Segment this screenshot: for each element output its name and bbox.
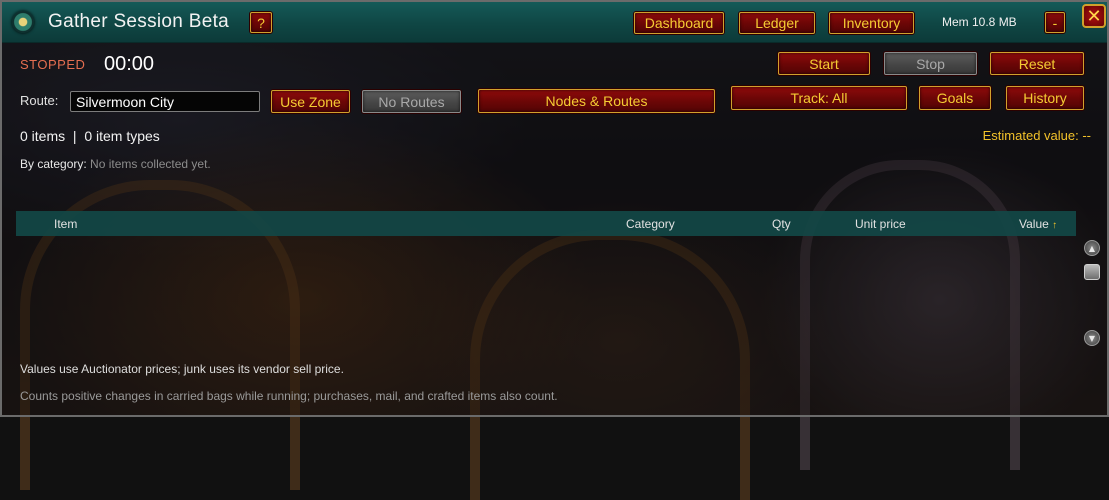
estimated-value: Estimated value: -- <box>982 128 1091 143</box>
footnote-prices: Values use Auctionator prices; junk uses… <box>20 362 344 376</box>
scroll-thumb[interactable] <box>1084 264 1100 280</box>
ledger-button[interactable]: Ledger <box>739 12 815 34</box>
scroll-up-icon[interactable]: ▲ <box>1084 240 1100 256</box>
start-button[interactable]: Start <box>778 52 870 75</box>
by-category-value: No items collected yet. <box>90 157 211 171</box>
sort-ascending-icon: ↑ <box>1052 220 1058 231</box>
no-routes-button[interactable]: No Routes <box>362 90 461 113</box>
item-counts: 0 items | 0 item types <box>20 128 160 144</box>
column-header-qty[interactable]: Qty <box>772 217 791 231</box>
history-button[interactable]: History <box>1006 86 1084 110</box>
column-header-unit-price[interactable]: Unit price <box>855 217 906 231</box>
session-timer: 00:00 <box>104 53 155 75</box>
table-scrollbar[interactable]: ▲ ▼ <box>1082 240 1100 348</box>
addon-logo-icon <box>12 11 34 33</box>
column-header-value[interactable]: Value ↑ <box>1019 217 1057 231</box>
column-header-category[interactable]: Category <box>626 217 675 231</box>
dashboard-button[interactable]: Dashboard <box>634 12 724 34</box>
stop-button[interactable]: Stop <box>884 52 977 75</box>
by-category: By category: No items collected yet. <box>20 157 211 171</box>
table-header: Item Category Qty Unit price Value ↑ <box>16 211 1076 236</box>
column-header-item[interactable]: Item <box>54 217 77 231</box>
window-title: Gather Session Beta <box>48 11 230 32</box>
close-icon: ✕ <box>1086 5 1102 27</box>
goals-button[interactable]: Goals <box>919 86 991 110</box>
track-all-button[interactable]: Track: All <box>731 86 907 110</box>
use-zone-button[interactable]: Use Zone <box>271 90 350 113</box>
memory-readout: Mem 10.8 MB <box>942 15 1017 29</box>
route-label: Route: <box>20 93 59 108</box>
reset-button[interactable]: Reset <box>990 52 1084 75</box>
footnote-counting: Counts positive changes in carried bags … <box>20 389 558 403</box>
help-button[interactable]: ? <box>250 12 272 33</box>
inventory-button[interactable]: Inventory <box>829 12 914 34</box>
scroll-down-icon[interactable]: ▼ <box>1084 330 1100 346</box>
session-status: STOPPED <box>20 57 86 72</box>
help-button-label: ? <box>257 14 265 31</box>
route-input[interactable] <box>70 91 260 112</box>
close-button[interactable]: ✕ <box>1082 4 1106 28</box>
nodes-routes-button[interactable]: Nodes & Routes <box>478 89 715 113</box>
minimize-button[interactable]: - <box>1045 12 1065 33</box>
